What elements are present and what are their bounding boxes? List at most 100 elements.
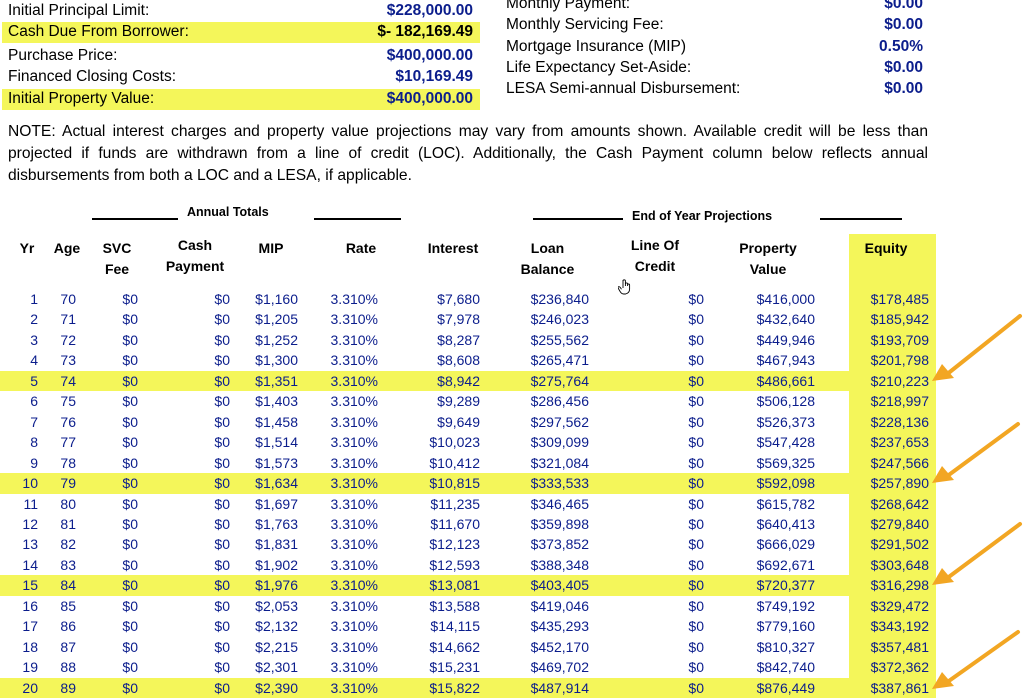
header-rule [533,218,623,220]
cell-yr: 15 [22,577,38,594]
col-header-loc-line2: Credit [634,258,676,274]
cell-yr: 7 [30,413,38,430]
summary-right-value: $0.00 [884,0,923,12]
cell-loc: $0 [688,311,704,328]
arrow-pointer-icon [932,630,1020,689]
table-row: 9 78 $0 $0 $1,573 3.310% $10,412 $321,084 $0 $569… [0,453,936,474]
cell-yr: 17 [22,618,38,635]
cell-loc: $0 [688,291,704,307]
col-header-age: Age [53,240,81,256]
cell-rate: 3.310% [330,597,378,614]
cell-property: $779,160 [756,618,815,635]
cell-svc-fee: $0 [122,454,138,471]
col-header-svc-line1: SVC [102,240,132,256]
summary-right-label: Monthly Payment: [506,0,631,12]
cell-equity: $357,481 [870,638,929,655]
col-header-loan-balance: Loan Balance [510,238,585,280]
cell-rate: 3.310% [330,618,378,635]
cell-loan: $359,898 [530,515,589,532]
col-header-loan-line1: Loan [530,240,565,256]
col-header-prop-line2: Value [749,261,787,277]
cell-loan: $246,023 [530,311,589,328]
cell-loan: $403,405 [530,577,589,594]
cell-age: 70 [60,291,76,307]
col-header-loc-line1: Line Of [630,237,680,253]
cell-property: $615,782 [756,495,815,512]
table-row: 4 73 $0 $0 $1,300 3.310% $8,608 $265,471 $0 $467,… [0,350,936,371]
cell-svc-fee: $0 [122,618,138,635]
cell-age: 86 [60,618,76,635]
cell-cash: $0 [214,577,230,594]
header-rule [820,218,902,220]
cell-cash: $0 [214,311,230,328]
cell-age: 82 [60,536,76,553]
cell-loan: $297,562 [530,413,589,430]
cell-mip: $1,458 [255,413,298,430]
cell-svc-fee: $0 [122,393,138,410]
cell-property: $526,373 [756,413,815,430]
cell-mip: $1,763 [255,515,298,532]
table-row: 1 70 $0 $0 $1,160 3.310% $7,680 $236,840 $0 $416,… [0,289,936,310]
cell-loc: $0 [688,659,704,676]
summary-right-label: Mortgage Insurance (MIP) [506,38,687,55]
cell-yr: 14 [22,556,38,573]
table-row: 5 74 $0 $0 $1,351 3.310% $8,942 $275,764 $0 $486,… [0,370,936,392]
cell-loc: $0 [688,556,704,573]
cell-svc-fee: $0 [122,597,138,614]
cell-interest: $9,649 [437,413,480,430]
note-text: NOTE: Actual interest charges and proper… [8,123,928,184]
cell-property: $842,740 [756,659,815,676]
cell-svc-fee: $0 [122,352,138,369]
cell-rate: 3.310% [330,413,378,430]
cell-cash: $0 [214,352,230,369]
cell-yr: 5 [30,372,38,389]
cell-equity: $316,298 [870,577,929,594]
cell-property: $749,192 [756,597,815,614]
cell-property: $449,946 [756,331,815,348]
table-row: 8 77 $0 $0 $1,514 3.310% $10,023 $309,099 $0 $547… [0,432,936,453]
cell-interest: $12,593 [429,556,480,573]
cell-equity: $268,642 [870,495,929,512]
col-header-loan-line2: Balance [520,261,575,277]
cell-age: 87 [60,638,76,655]
cell-interest: $13,588 [429,597,480,614]
cell-yr: 8 [30,434,38,451]
col-header-yr: Yr [19,240,35,256]
cell-loan: $236,840 [530,291,589,307]
cell-loc: $0 [688,331,704,348]
cell-mip: $1,697 [255,495,298,512]
cell-yr: 12 [22,515,38,532]
cell-mip: $2,053 [255,597,298,614]
cell-mip: $1,252 [255,331,298,348]
col-header-equity: Equity [864,240,908,256]
summary-right-value: 0.50% [879,38,923,55]
cell-rate: 3.310% [330,556,378,573]
cell-interest: $13,081 [429,577,480,594]
cell-equity: $210,223 [870,372,929,389]
cell-equity: $185,942 [870,311,929,328]
cell-yr: 20 [22,679,38,696]
cell-equity: $387,861 [870,679,929,696]
cell-mip: $2,301 [255,659,298,676]
cell-loan: $435,293 [530,618,589,635]
cell-interest: $14,115 [430,618,480,635]
table-row: 20 89 $0 $0 $2,390 3.310% $15,822 $487,914 $0 $87… [0,677,936,698]
cell-cash: $0 [214,638,230,655]
cell-yr: 4 [30,352,38,369]
cell-interest: $11,235 [430,495,480,512]
cell-interest: $15,231 [429,659,480,676]
cell-equity: $329,472 [870,597,929,614]
cell-rate: 3.310% [330,331,378,348]
summary-left-value: $228,000.00 [386,2,473,19]
cell-loan: $255,562 [530,331,589,348]
cell-property: $720,377 [756,577,815,594]
cell-property: $506,128 [756,393,815,410]
cell-cash: $0 [214,393,230,410]
cell-interest: $10,815 [429,475,480,492]
cell-loan: $487,914 [530,679,589,696]
cell-svc-fee: $0 [122,291,138,307]
cell-age: 85 [60,597,76,614]
cell-svc-fee: $0 [122,311,138,328]
cell-cash: $0 [214,515,230,532]
cell-yr: 16 [22,597,38,614]
